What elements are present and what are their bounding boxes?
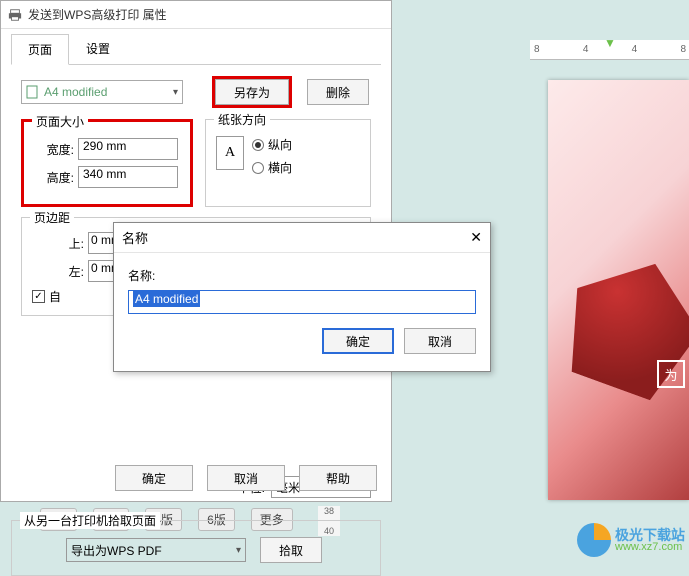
height-input[interactable]: 340 mm <box>78 166 178 188</box>
orientation-legend: 纸张方向 <box>214 111 270 128</box>
tab-settings[interactable]: 设置 <box>69 33 127 64</box>
titlebar: 发送到WPS高级打印 属性 <box>1 1 391 29</box>
help-button[interactable]: 帮助 <box>299 465 377 491</box>
ruler-tick: 4 <box>632 44 638 55</box>
globe-icon <box>577 523 611 557</box>
delete-button[interactable]: 删除 <box>307 79 369 105</box>
watermark-title: 极光下载站 <box>615 528 685 542</box>
name-dialog: 名称 ✕ 名称: A4 modified 确定 取消 <box>113 222 491 372</box>
export-value: 导出为WPS PDF <box>71 542 162 559</box>
page-size-group: 页面大小 宽度: 290 mm 高度: 340 mm <box>21 119 193 207</box>
width-label: 宽度: <box>34 141 74 158</box>
width-input[interactable]: 290 mm <box>78 138 178 160</box>
modal-ok-button[interactable]: 确定 <box>322 328 394 354</box>
canvas-badge: 为 <box>657 360 685 388</box>
close-icon[interactable]: ✕ <box>470 229 482 246</box>
radio-icon <box>252 139 264 151</box>
auto-label: 自 <box>49 288 61 305</box>
radio-portrait[interactable]: 纵向 <box>252 136 292 153</box>
printer-icon <box>7 7 23 23</box>
ruler-marker-icon: ▼ <box>604 36 616 50</box>
save-as-button[interactable]: 另存为 <box>215 79 289 105</box>
radio-icon <box>252 162 264 174</box>
modal-label: 名称: <box>128 267 476 284</box>
height-label: 高度: <box>34 169 74 186</box>
export-select[interactable]: 导出为WPS PDF ▾ <box>66 538 246 562</box>
checkbox-icon <box>32 290 45 303</box>
radio-portrait-label: 纵向 <box>268 136 292 153</box>
watermark: 极光下载站 www.xz7.com <box>577 523 685 557</box>
name-input[interactable]: A4 modified <box>128 290 476 314</box>
margins-legend: 页边距 <box>30 209 74 226</box>
orientation-preview-icon: A <box>216 136 244 170</box>
top-ruler: 8 4 ▼ 4 8 <box>530 40 689 60</box>
orientation-group: 纸张方向 A 纵向 横向 <box>205 119 371 207</box>
margin-top-label: 上: <box>32 235 84 252</box>
ruler-tick: 4 <box>583 44 589 55</box>
ok-button[interactable]: 确定 <box>115 465 193 491</box>
paper-select-label: A4 modified <box>44 85 173 99</box>
chevron-down-icon: ▾ <box>173 87 178 98</box>
margin-left-label: 左: <box>32 263 84 280</box>
window-title: 发送到WPS高级打印 属性 <box>28 6 167 23</box>
paper-select[interactable]: A4 modified ▾ <box>21 80 183 104</box>
watermark-url: www.xz7.com <box>615 542 685 553</box>
ruler-tick: 8 <box>680 44 686 55</box>
ruler-tick: 8 <box>534 44 540 55</box>
page-icon <box>26 85 40 99</box>
modal-titlebar: 名称 ✕ <box>114 223 490 253</box>
dialog-footer: 确定 取消 帮助 <box>115 465 377 491</box>
modal-cancel-button[interactable]: 取消 <box>404 328 476 354</box>
radio-landscape-label: 横向 <box>268 159 292 176</box>
tabs: 页面 设置 <box>1 29 391 64</box>
preview-canvas: 为 <box>548 80 689 500</box>
cancel-button[interactable]: 取消 <box>207 465 285 491</box>
page-size-legend: 页面大小 <box>32 113 88 130</box>
capture-legend: 从另一台打印机拾取页面 <box>20 512 160 529</box>
radio-landscape[interactable]: 横向 <box>252 159 292 176</box>
tab-page[interactable]: 页面 <box>11 34 69 65</box>
capture-group: 从另一台打印机拾取页面 导出为WPS PDF ▾ 拾取 <box>11 520 381 576</box>
chevron-down-icon: ▾ <box>236 545 241 556</box>
modal-title: 名称 <box>122 228 148 247</box>
name-input-value: A4 modified <box>133 291 200 307</box>
capture-button[interactable]: 拾取 <box>260 537 322 563</box>
